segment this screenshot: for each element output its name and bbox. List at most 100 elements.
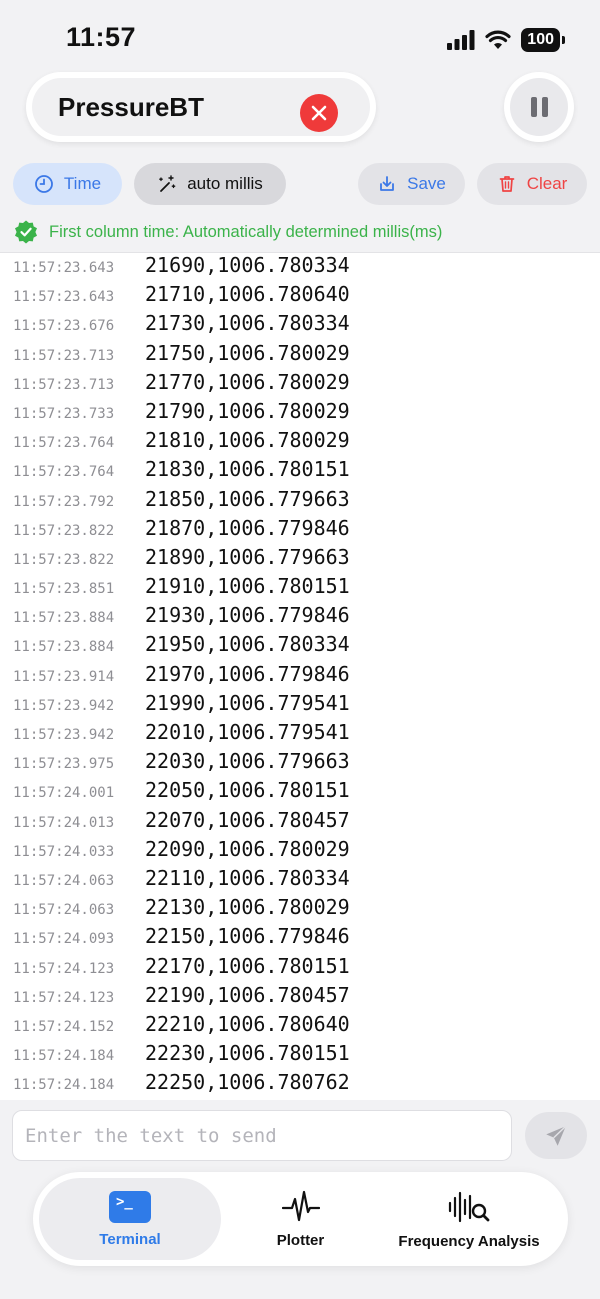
line-timestamp: 11:57:23.942 bbox=[13, 697, 115, 714]
line-value: 21830,1006.780151 bbox=[145, 457, 350, 482]
line-value: 21950,1006.780334 bbox=[145, 632, 350, 657]
terminal-line: 11:57:24.184 22230,1006.780151 bbox=[0, 1041, 600, 1070]
line-timestamp: 11:57:24.093 bbox=[13, 931, 115, 948]
line-value: 22150,1006.779846 bbox=[145, 924, 350, 949]
line-value: 22070,1006.780457 bbox=[145, 807, 350, 832]
terminal-line: 11:57:23.884 21930,1006.779846 bbox=[0, 603, 600, 632]
terminal-line: 11:57:24.013 22070,1006.780457 bbox=[0, 808, 600, 837]
tab-terminal[interactable]: >_ Terminal bbox=[39, 1178, 221, 1260]
line-value: 21710,1006.780640 bbox=[145, 282, 350, 307]
line-timestamp: 11:57:23.792 bbox=[13, 493, 115, 510]
line-value: 21750,1006.780029 bbox=[145, 340, 350, 365]
terminal-line: 11:57:23.942 21990,1006.779541 bbox=[0, 691, 600, 720]
line-timestamp: 11:57:23.713 bbox=[13, 376, 115, 393]
line-value: 22110,1006.780334 bbox=[145, 865, 350, 890]
terminal-output[interactable]: 11:57:23.643 21690,1006.780334 11:57:23.64… bbox=[0, 252, 600, 1100]
line-timestamp: 11:57:23.643 bbox=[13, 260, 115, 276]
battery-icon: 100 bbox=[521, 28, 565, 52]
line-value: 22010,1006.779541 bbox=[145, 720, 350, 744]
terminal-line: 11:57:23.822 21870,1006.779846 bbox=[0, 516, 600, 545]
line-value: 21870,1006.779846 bbox=[145, 515, 350, 540]
auto-millis-button[interactable]: auto millis bbox=[134, 163, 286, 205]
line-timestamp: 11:57:23.942 bbox=[13, 727, 115, 743]
clear-button[interactable]: Clear bbox=[477, 163, 587, 205]
terminal-line: 11:57:23.713 21770,1006.780029 bbox=[0, 370, 600, 399]
send-input-wrap bbox=[12, 1110, 512, 1161]
terminal-line: 11:57:23.676 21730,1006.780334 bbox=[0, 311, 600, 340]
line-timestamp: 11:57:23.713 bbox=[13, 347, 115, 364]
line-timestamp: 11:57:23.764 bbox=[13, 464, 115, 481]
terminal-line: 11:57:24.063 22110,1006.780334 bbox=[0, 866, 600, 895]
terminal-line: 11:57:24.184 22250,1006.780762 bbox=[0, 1070, 600, 1099]
line-value: 21770,1006.780029 bbox=[145, 369, 350, 394]
status-icons: 100 bbox=[447, 28, 565, 52]
terminal-line: 11:57:23.942 22010,1006.779541 bbox=[0, 720, 600, 749]
tab-frequency-analysis[interactable]: Frequency Analysis bbox=[378, 1178, 560, 1260]
line-timestamp: 11:57:23.884 bbox=[13, 639, 115, 656]
tab-terminal-label: Terminal bbox=[99, 1230, 161, 1248]
verified-check-icon bbox=[15, 220, 37, 244]
save-button[interactable]: Save bbox=[358, 163, 465, 205]
terminal-icon: >_ bbox=[109, 1190, 151, 1223]
line-timestamp: 11:57:23.914 bbox=[13, 668, 115, 685]
info-line: First column time: Automatically determi… bbox=[13, 219, 442, 245]
terminal-line: 11:57:23.764 21830,1006.780151 bbox=[0, 457, 600, 486]
close-icon bbox=[311, 105, 327, 121]
send-text-input[interactable] bbox=[13, 1111, 511, 1160]
save-icon bbox=[380, 176, 395, 191]
line-value: 22230,1006.780151 bbox=[145, 1041, 350, 1066]
terminal-line: 11:57:23.764 21810,1006.780029 bbox=[0, 428, 600, 457]
line-value: 21810,1006.780029 bbox=[145, 428, 350, 453]
time-toggle-button[interactable]: Time bbox=[13, 163, 122, 205]
line-timestamp: 11:57:23.822 bbox=[13, 551, 115, 568]
frequency-search-icon bbox=[448, 1191, 490, 1222]
tab-plotter[interactable]: Plotter bbox=[233, 1178, 368, 1260]
device-title: PressureBT bbox=[58, 92, 204, 122]
line-timestamp: 11:57:24.123 bbox=[13, 960, 115, 977]
wifi-icon bbox=[485, 30, 511, 49]
terminal-line: 11:57:24.123 22190,1006.780457 bbox=[0, 983, 600, 1012]
line-timestamp: 11:57:24.033 bbox=[13, 843, 115, 860]
tab-frequency-label: Frequency Analysis bbox=[398, 1232, 540, 1250]
line-timestamp: 11:57:23.884 bbox=[13, 610, 115, 627]
disconnect-button[interactable] bbox=[300, 94, 338, 132]
line-timestamp: 11:57:23.733 bbox=[13, 405, 115, 422]
line-timestamp: 11:57:24.152 bbox=[13, 1018, 115, 1035]
signal-icon bbox=[447, 30, 475, 50]
send-button[interactable] bbox=[525, 1112, 587, 1159]
terminal-line: 11:57:23.914 21970,1006.779846 bbox=[0, 662, 600, 691]
terminal-line: 11:57:24.123 22170,1006.780151 bbox=[0, 954, 600, 983]
line-value: 22130,1006.780029 bbox=[145, 895, 350, 920]
terminal-line: 11:57:23.822 21890,1006.779663 bbox=[0, 545, 600, 574]
line-timestamp: 11:57:23.851 bbox=[13, 581, 115, 598]
line-timestamp: 11:57:24.184 bbox=[13, 1048, 115, 1065]
waveform-icon bbox=[281, 1190, 320, 1221]
terminal-line: 11:57:23.792 21850,1006.779663 bbox=[0, 487, 600, 516]
device-title-pill: PressureBT bbox=[26, 72, 376, 142]
line-value: 22170,1006.780151 bbox=[145, 953, 350, 978]
line-value: 21910,1006.780151 bbox=[145, 574, 350, 599]
line-timestamp: 11:57:23.764 bbox=[13, 435, 115, 452]
line-value: 21930,1006.779846 bbox=[145, 603, 350, 628]
line-value: 22050,1006.780151 bbox=[145, 778, 350, 803]
send-icon bbox=[546, 1125, 567, 1146]
line-value: 22250,1006.780762 bbox=[145, 1070, 350, 1095]
line-timestamp: 11:57:23.822 bbox=[13, 522, 115, 539]
device-title-field[interactable]: PressureBT bbox=[32, 78, 370, 136]
line-timestamp: 11:57:24.123 bbox=[13, 989, 115, 1006]
line-value: 22190,1006.780457 bbox=[145, 982, 350, 1007]
line-value: 21730,1006.780334 bbox=[145, 311, 350, 336]
line-timestamp: 11:57:23.676 bbox=[13, 318, 115, 335]
terminal-line: 11:57:23.975 22030,1006.779663 bbox=[0, 749, 600, 778]
terminal-line: 11:57:24.001 22050,1006.780151 bbox=[0, 778, 600, 807]
terminal-line: 11:57:24.033 22090,1006.780029 bbox=[0, 837, 600, 866]
line-timestamp: 11:57:23.975 bbox=[13, 756, 115, 773]
terminal-line: 11:57:23.851 21910,1006.780151 bbox=[0, 574, 600, 603]
terminal-line: 11:57:23.643 21710,1006.780640 bbox=[0, 282, 600, 311]
status-bar: 11:57 100 bbox=[0, 0, 600, 72]
terminal-line: 11:57:23.713 21750,1006.780029 bbox=[0, 341, 600, 370]
line-timestamp: 11:57:24.063 bbox=[13, 902, 115, 919]
terminal-line: 11:57:24.093 22150,1006.779846 bbox=[0, 924, 600, 953]
pause-button[interactable] bbox=[504, 72, 574, 142]
magic-wand-icon bbox=[159, 175, 176, 192]
